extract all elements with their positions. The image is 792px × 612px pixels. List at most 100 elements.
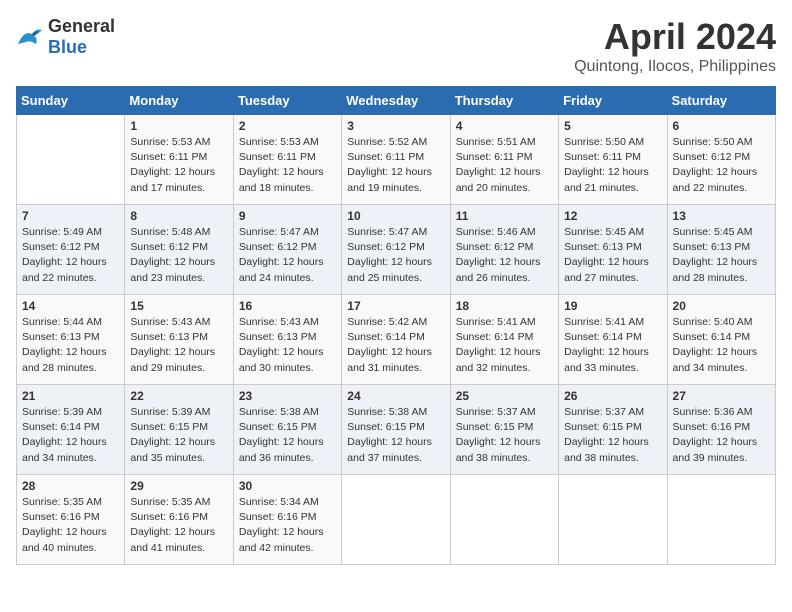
cell-detail: Sunrise: 5:50 AMSunset: 6:12 PMDaylight:… — [673, 135, 770, 196]
calendar-cell: 27 Sunrise: 5:36 AMSunset: 6:16 PMDayligh… — [667, 385, 775, 475]
cell-detail: Sunrise: 5:39 AMSunset: 6:14 PMDaylight:… — [22, 405, 119, 466]
calendar-cell: 29 Sunrise: 5:35 AMSunset: 6:16 PMDayligh… — [125, 475, 233, 565]
header-day-thursday: Thursday — [450, 87, 558, 115]
cell-detail: Sunrise: 5:48 AMSunset: 6:12 PMDaylight:… — [130, 225, 227, 286]
logo: General Blue — [16, 16, 115, 58]
cell-detail: Sunrise: 5:43 AMSunset: 6:13 PMDaylight:… — [130, 315, 227, 376]
calendar-cell: 20Sunrise: 5:40 AMSunset: 6:14 PMDayligh… — [667, 295, 775, 385]
day-number: 21 — [22, 389, 119, 403]
calendar-cell: 2 Sunrise: 5:53 AMSunset: 6:11 PMDaylight… — [233, 115, 341, 205]
logo-general: General — [48, 16, 115, 36]
cell-detail: Sunrise: 5:38 AMSunset: 6:15 PMDaylight:… — [239, 405, 336, 466]
calendar-cell: 14 Sunrise: 5:44 AMSunset: 6:13 PMDayligh… — [17, 295, 125, 385]
location-subtitle: Quintong, Ilocos, Philippines — [574, 58, 776, 76]
day-number: 7 — [22, 209, 119, 223]
calendar-cell: 23 Sunrise: 5:38 AMSunset: 6:15 PMDayligh… — [233, 385, 341, 475]
header-day-tuesday: Tuesday — [233, 87, 341, 115]
calendar-cell: 24 Sunrise: 5:38 AMSunset: 6:15 PMDayligh… — [342, 385, 450, 475]
cell-detail: Sunrise: 5:35 AMSunset: 6:16 PMDaylight:… — [22, 495, 119, 556]
day-number: 6 — [673, 119, 770, 133]
calendar-cell: 12 Sunrise: 5:45 AMSunset: 6:13 PMDayligh… — [559, 205, 667, 295]
day-number: 12 — [564, 209, 661, 223]
logo-text: General Blue — [48, 16, 115, 58]
day-number: 30 — [239, 479, 336, 493]
calendar-cell: 30 Sunrise: 5:34 AMSunset: 6:16 PMDayligh… — [233, 475, 341, 565]
day-number: 27 — [673, 389, 770, 403]
day-number: 1 — [130, 119, 227, 133]
cell-detail: Sunrise: 5:43 AMSunset: 6:13 PMDaylight:… — [239, 315, 336, 376]
day-number: 25 — [456, 389, 553, 403]
calendar-cell: 26Sunrise: 5:37 AMSunset: 6:15 PMDayligh… — [559, 385, 667, 475]
header-day-wednesday: Wednesday — [342, 87, 450, 115]
day-number: 9 — [239, 209, 336, 223]
calendar-cell: 1 Sunrise: 5:53 AMSunset: 6:11 PMDaylight… — [125, 115, 233, 205]
day-number: 22 — [130, 389, 227, 403]
cell-detail: Sunrise: 5:41 AMSunset: 6:14 PMDaylight:… — [456, 315, 553, 376]
day-number: 15 — [130, 299, 227, 313]
day-number: 4 — [456, 119, 553, 133]
calendar-cell: 11Sunrise: 5:46 AMSunset: 6:12 PMDayligh… — [450, 205, 558, 295]
cell-detail: Sunrise: 5:45 AMSunset: 6:13 PMDaylight:… — [564, 225, 661, 286]
calendar-header-row: SundayMondayTuesdayWednesdayThursdayFrid… — [17, 87, 776, 115]
calendar-cell: 9 Sunrise: 5:47 AMSunset: 6:12 PMDaylight… — [233, 205, 341, 295]
day-number: 18 — [456, 299, 553, 313]
calendar-week-row: 14 Sunrise: 5:44 AMSunset: 6:13 PMDayligh… — [17, 295, 776, 385]
cell-detail: Sunrise: 5:47 AMSunset: 6:12 PMDaylight:… — [239, 225, 336, 286]
calendar-week-row: 7 Sunrise: 5:49 AMSunset: 6:12 PMDaylight… — [17, 205, 776, 295]
title-area: April 2024 Quintong, Ilocos, Philippines — [574, 16, 776, 76]
day-number: 11 — [456, 209, 553, 223]
cell-detail: Sunrise: 5:34 AMSunset: 6:16 PMDaylight:… — [239, 495, 336, 556]
cell-detail: Sunrise: 5:53 AMSunset: 6:11 PMDaylight:… — [130, 135, 227, 196]
calendar-cell: 15 Sunrise: 5:43 AMSunset: 6:13 PMDayligh… — [125, 295, 233, 385]
calendar-cell — [342, 475, 450, 565]
day-number: 13 — [673, 209, 770, 223]
day-number: 2 — [239, 119, 336, 133]
calendar-table: SundayMondayTuesdayWednesdayThursdayFrid… — [16, 86, 776, 565]
cell-detail: Sunrise: 5:49 AMSunset: 6:12 PMDaylight:… — [22, 225, 119, 286]
calendar-cell: 6 Sunrise: 5:50 AMSunset: 6:12 PMDaylight… — [667, 115, 775, 205]
calendar-cell: 10Sunrise: 5:47 AMSunset: 6:12 PMDayligh… — [342, 205, 450, 295]
day-number: 5 — [564, 119, 661, 133]
day-number: 19 — [564, 299, 661, 313]
day-number: 17 — [347, 299, 444, 313]
logo-blue: Blue — [48, 37, 87, 57]
day-number: 20 — [673, 299, 770, 313]
calendar-cell: 19 Sunrise: 5:41 AMSunset: 6:14 PMDayligh… — [559, 295, 667, 385]
day-number: 3 — [347, 119, 444, 133]
cell-detail: Sunrise: 5:52 AMSunset: 6:11 PMDaylight:… — [347, 135, 444, 196]
cell-detail: Sunrise: 5:45 AMSunset: 6:13 PMDaylight:… — [673, 225, 770, 286]
calendar-week-row: 21 Sunrise: 5:39 AMSunset: 6:14 PMDayligh… — [17, 385, 776, 475]
calendar-cell: 25 Sunrise: 5:37 AMSunset: 6:15 PMDayligh… — [450, 385, 558, 475]
calendar-week-row: 1 Sunrise: 5:53 AMSunset: 6:11 PMDaylight… — [17, 115, 776, 205]
day-number: 10 — [347, 209, 444, 223]
cell-detail: Sunrise: 5:35 AMSunset: 6:16 PMDaylight:… — [130, 495, 227, 556]
day-number: 23 — [239, 389, 336, 403]
calendar-cell: 16Sunrise: 5:43 AMSunset: 6:13 PMDayligh… — [233, 295, 341, 385]
day-number: 24 — [347, 389, 444, 403]
calendar-cell — [667, 475, 775, 565]
calendar-cell: 18 Sunrise: 5:41 AMSunset: 6:14 PMDayligh… — [450, 295, 558, 385]
calendar-cell: 28 Sunrise: 5:35 AMSunset: 6:16 PMDayligh… — [17, 475, 125, 565]
day-number: 14 — [22, 299, 119, 313]
cell-detail: Sunrise: 5:38 AMSunset: 6:15 PMDaylight:… — [347, 405, 444, 466]
cell-detail: Sunrise: 5:53 AMSunset: 6:11 PMDaylight:… — [239, 135, 336, 196]
calendar-cell — [559, 475, 667, 565]
logo-icon — [16, 26, 44, 48]
cell-detail: Sunrise: 5:41 AMSunset: 6:14 PMDaylight:… — [564, 315, 661, 376]
cell-detail: Sunrise: 5:37 AMSunset: 6:15 PMDaylight:… — [564, 405, 661, 466]
header: General Blue April 2024 Quintong, Ilocos… — [16, 16, 776, 76]
day-number: 29 — [130, 479, 227, 493]
cell-detail: Sunrise: 5:42 AMSunset: 6:14 PMDaylight:… — [347, 315, 444, 376]
header-day-saturday: Saturday — [667, 87, 775, 115]
calendar-week-row: 28 Sunrise: 5:35 AMSunset: 6:16 PMDayligh… — [17, 475, 776, 565]
cell-detail: Sunrise: 5:37 AMSunset: 6:15 PMDaylight:… — [456, 405, 553, 466]
cell-detail: Sunrise: 5:44 AMSunset: 6:13 PMDaylight:… — [22, 315, 119, 376]
cell-detail: Sunrise: 5:39 AMSunset: 6:15 PMDaylight:… — [130, 405, 227, 466]
day-number: 28 — [22, 479, 119, 493]
calendar-cell — [450, 475, 558, 565]
calendar-cell: 17 Sunrise: 5:42 AMSunset: 6:14 PMDayligh… — [342, 295, 450, 385]
cell-detail: Sunrise: 5:51 AMSunset: 6:11 PMDaylight:… — [456, 135, 553, 196]
header-day-sunday: Sunday — [17, 87, 125, 115]
cell-detail: Sunrise: 5:36 AMSunset: 6:16 PMDaylight:… — [673, 405, 770, 466]
cell-detail: Sunrise: 5:50 AMSunset: 6:11 PMDaylight:… — [564, 135, 661, 196]
